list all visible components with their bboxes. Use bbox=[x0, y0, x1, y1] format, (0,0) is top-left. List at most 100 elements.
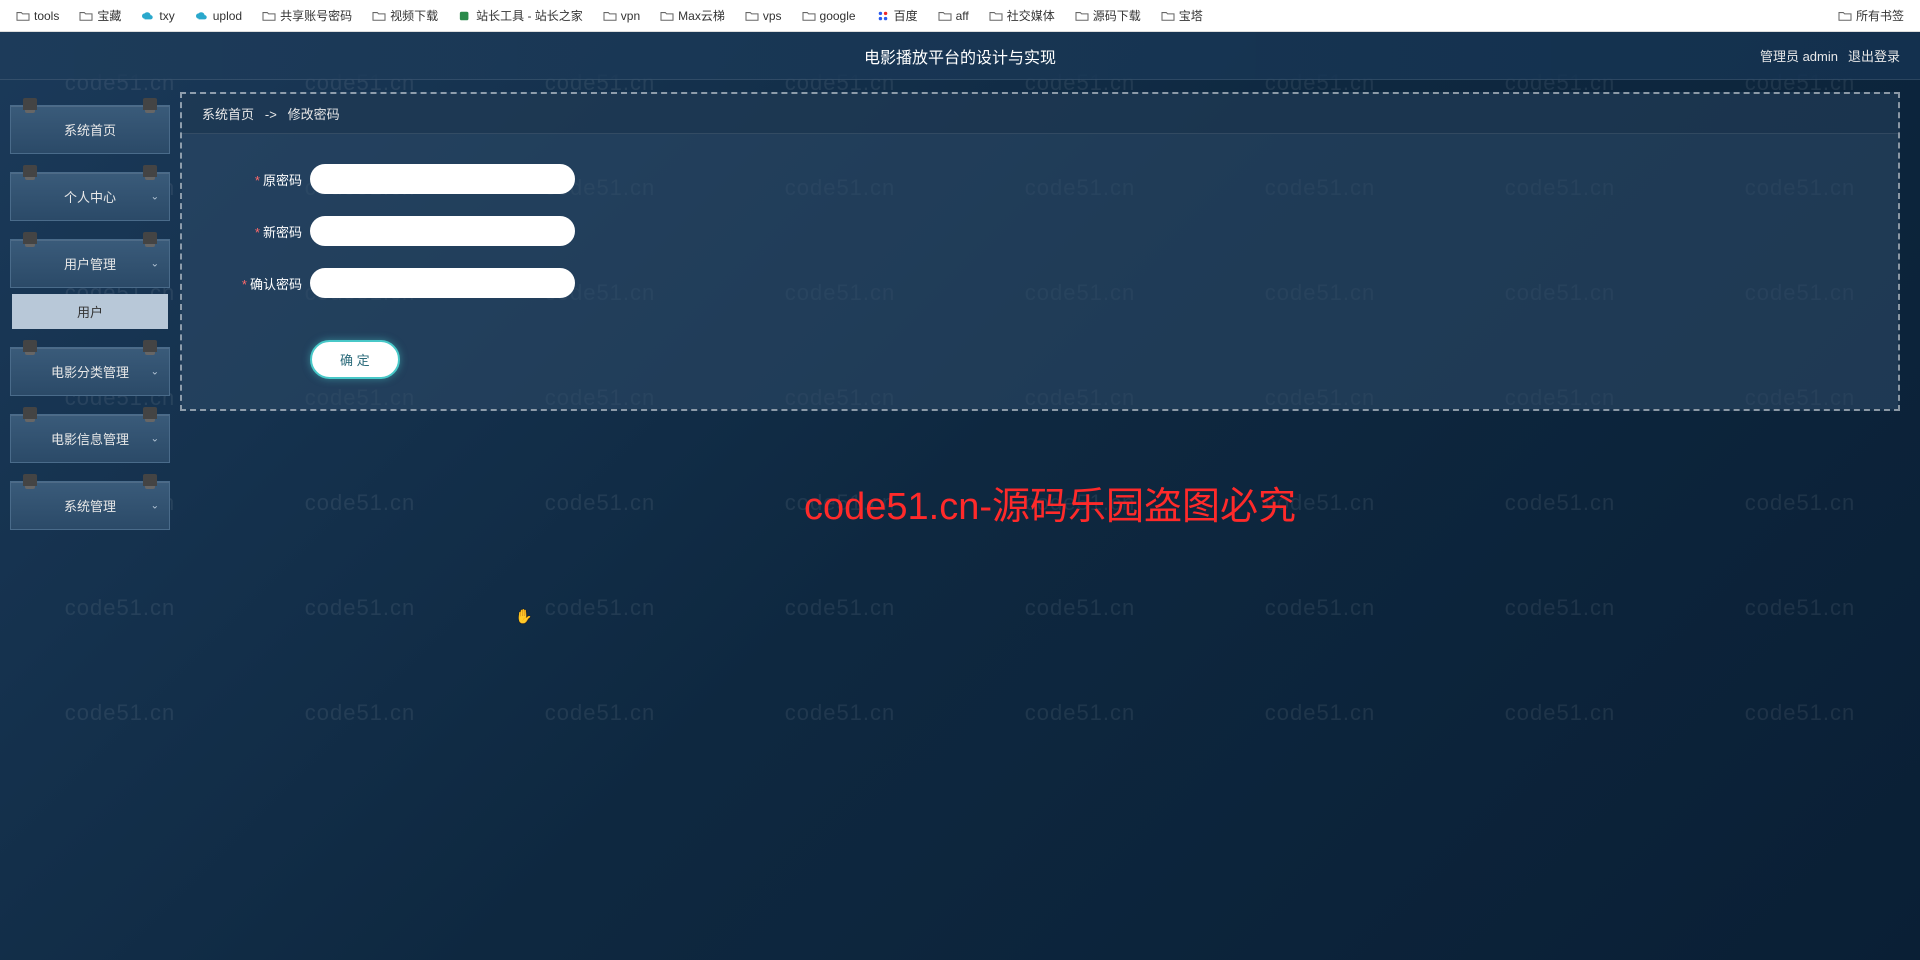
bookmark-label: vps bbox=[763, 9, 782, 23]
new-password-input[interactable] bbox=[310, 216, 575, 246]
bookmark-baozang[interactable]: 宝藏 bbox=[73, 5, 127, 26]
bookmark-tools[interactable]: tools bbox=[10, 7, 65, 25]
folder-icon bbox=[802, 10, 816, 22]
folder-icon bbox=[745, 10, 759, 22]
breadcrumb-home[interactable]: 系统首页 bbox=[202, 107, 254, 122]
folder-icon bbox=[79, 10, 93, 22]
user-role-label[interactable]: 管理员 admin bbox=[1760, 46, 1838, 65]
change-password-form: *原密码 *新密码 *确认密码 确 定 bbox=[182, 134, 1898, 409]
sidebar-item-label: 个人中心 bbox=[64, 190, 116, 205]
label-text: 原密码 bbox=[263, 173, 302, 188]
content-panel: 系统首页 -> 修改密码 *原密码 *新密码 *确认密码 确 定 bbox=[180, 92, 1900, 411]
clip-icon bbox=[23, 474, 37, 486]
form-row-confirm-password: *确认密码 bbox=[222, 268, 1858, 298]
folder-icon bbox=[989, 10, 1003, 22]
clip-icon bbox=[143, 474, 157, 486]
clip-icon bbox=[23, 232, 37, 244]
app-header: 电影播放平台的设计与实现 管理员 admin 退出登录 bbox=[0, 32, 1920, 80]
sidebar-item-label: 系统首页 bbox=[64, 123, 116, 138]
app-title: 电影播放平台的设计与实现 bbox=[864, 44, 1056, 68]
sidebar-item-system-mgmt[interactable]: 系统管理 ⌄ bbox=[10, 481, 170, 530]
sidebar: 系统首页 个人中心 ⌄ 用户管理 ⌄ 用户 电影分类管理 ⌄ 电影信息管理 ⌄ bbox=[0, 80, 180, 960]
folder-icon bbox=[262, 10, 276, 22]
bookmark-vpn[interactable]: vpn bbox=[597, 7, 646, 25]
clip-icon bbox=[23, 340, 37, 352]
bookmark-label: 宝塔 bbox=[1179, 7, 1203, 24]
bookmark-label: 站长工具 - 站长之家 bbox=[476, 7, 583, 24]
bookmark-baidu[interactable]: 百度 bbox=[870, 5, 924, 26]
label-text: 确认密码 bbox=[250, 277, 302, 292]
main-container: 系统首页 个人中心 ⌄ 用户管理 ⌄ 用户 电影分类管理 ⌄ 电影信息管理 ⌄ bbox=[0, 80, 1920, 960]
bookmark-webmaster-tools[interactable]: 站长工具 - 站长之家 bbox=[452, 5, 589, 26]
folder-icon bbox=[16, 10, 30, 22]
sidebar-item-user-mgmt[interactable]: 用户管理 ⌄ bbox=[10, 239, 170, 288]
label-text: 新密码 bbox=[263, 225, 302, 240]
watermark-red-text: code51.cn-源码乐园盗图必究 bbox=[804, 475, 1296, 530]
clip-icon bbox=[143, 407, 157, 419]
clip-icon bbox=[23, 407, 37, 419]
bookmark-label: txy bbox=[159, 9, 174, 23]
required-star-icon: * bbox=[255, 225, 260, 240]
bookmark-vps[interactable]: vps bbox=[739, 7, 788, 25]
bookmark-max-cloud[interactable]: Max云梯 bbox=[654, 5, 731, 26]
breadcrumb-current: 修改密码 bbox=[288, 107, 340, 122]
tool-icon bbox=[458, 10, 472, 22]
bookmark-source-download[interactable]: 源码下载 bbox=[1069, 5, 1147, 26]
clip-icon bbox=[143, 98, 157, 110]
bookmark-label: 所有书签 bbox=[1856, 7, 1904, 24]
bookmark-label: aff bbox=[956, 9, 969, 23]
content-area: 系统首页 -> 修改密码 *原密码 *新密码 *确认密码 确 定 bbox=[180, 80, 1920, 960]
confirm-password-input[interactable] bbox=[310, 268, 575, 298]
bookmark-label: 源码下载 bbox=[1093, 7, 1141, 24]
bookmark-baota[interactable]: 宝塔 bbox=[1155, 5, 1209, 26]
bookmark-video-download[interactable]: 视频下载 bbox=[366, 5, 444, 26]
chevron-down-icon: ⌄ bbox=[151, 258, 159, 269]
sidebar-item-label: 电影分类管理 bbox=[51, 365, 129, 380]
sidebar-submenu-user[interactable]: 用户 bbox=[12, 294, 168, 329]
bookmark-aff[interactable]: aff bbox=[932, 7, 975, 25]
bookmark-shared-accounts[interactable]: 共享账号密码 bbox=[256, 5, 358, 26]
required-star-icon: * bbox=[255, 173, 260, 188]
all-bookmarks[interactable]: 所有书签 bbox=[1832, 5, 1910, 26]
cloud-icon bbox=[141, 10, 155, 22]
form-row-old-password: *原密码 bbox=[222, 164, 1858, 194]
breadcrumb: 系统首页 -> 修改密码 bbox=[182, 94, 1898, 134]
clip-icon bbox=[143, 340, 157, 352]
chevron-down-icon: ⌄ bbox=[151, 433, 159, 444]
folder-icon bbox=[660, 10, 674, 22]
clip-icon bbox=[23, 98, 37, 110]
bookmark-txy[interactable]: txy bbox=[135, 7, 180, 25]
sidebar-item-home[interactable]: 系统首页 bbox=[10, 105, 170, 154]
confirm-button[interactable]: 确 定 bbox=[310, 340, 400, 379]
bookmark-label: Max云梯 bbox=[678, 7, 725, 24]
sidebar-item-category-mgmt[interactable]: 电影分类管理 ⌄ bbox=[10, 347, 170, 396]
bookmark-label: 共享账号密码 bbox=[280, 7, 352, 24]
form-label: *确认密码 bbox=[222, 274, 302, 293]
breadcrumb-separator: -> bbox=[265, 107, 277, 122]
header-right: 管理员 admin 退出登录 bbox=[1760, 46, 1900, 65]
chevron-down-icon: ⌄ bbox=[151, 366, 159, 377]
sidebar-item-movie-info-mgmt[interactable]: 电影信息管理 ⌄ bbox=[10, 414, 170, 463]
logout-link[interactable]: 退出登录 bbox=[1848, 46, 1900, 65]
bookmark-uplod[interactable]: uplod bbox=[189, 7, 248, 25]
sidebar-item-label: 电影信息管理 bbox=[51, 432, 129, 447]
bookmark-label: 百度 bbox=[894, 7, 918, 24]
chevron-down-icon: ⌄ bbox=[151, 500, 159, 511]
bookmark-label: 视频下载 bbox=[390, 7, 438, 24]
folder-icon bbox=[372, 10, 386, 22]
bookmark-google[interactable]: google bbox=[796, 7, 862, 25]
old-password-input[interactable] bbox=[310, 164, 575, 194]
browser-bookmarks-bar: tools 宝藏 txy uplod 共享账号密码 视频下载 站长工具 - 站长… bbox=[0, 0, 1920, 32]
folder-icon bbox=[1075, 10, 1089, 22]
form-label: *新密码 bbox=[222, 222, 302, 241]
bookmark-label: 社交媒体 bbox=[1007, 7, 1055, 24]
clip-icon bbox=[23, 165, 37, 177]
sidebar-item-personal[interactable]: 个人中心 ⌄ bbox=[10, 172, 170, 221]
folder-icon bbox=[938, 10, 952, 22]
bookmark-label: uplod bbox=[213, 9, 242, 23]
bookmark-label: tools bbox=[34, 9, 59, 23]
baidu-icon bbox=[876, 10, 890, 22]
bookmark-social[interactable]: 社交媒体 bbox=[983, 5, 1061, 26]
bookmark-label: vpn bbox=[621, 9, 640, 23]
bookmark-label: 宝藏 bbox=[97, 7, 121, 24]
